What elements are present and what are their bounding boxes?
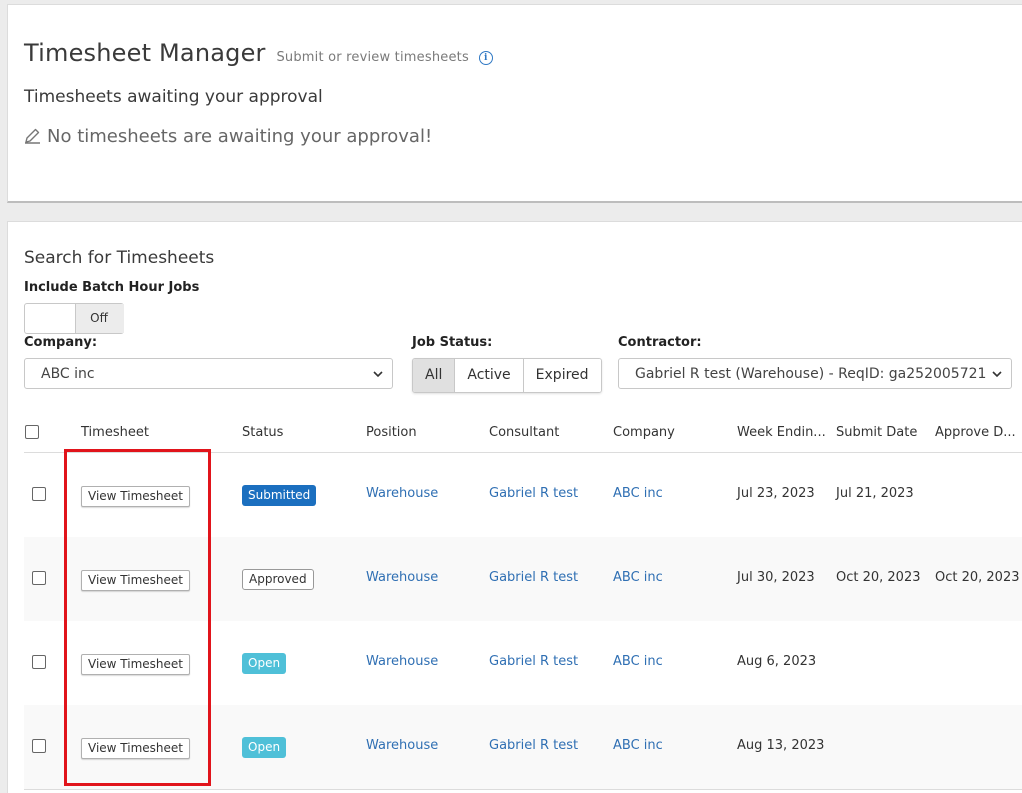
- column-header-timesheet[interactable]: Timesheet: [81, 425, 149, 440]
- chevron-down-icon: [992, 371, 1002, 378]
- consultant-link[interactable]: Gabriel R test: [489, 486, 578, 501]
- company-link[interactable]: ABC inc: [613, 738, 663, 753]
- empty-message-text: No timesheets are awaiting your approval…: [47, 126, 433, 147]
- row-checkbox[interactable]: [32, 571, 46, 585]
- submit-date-cell: Jul 21, 2023: [836, 486, 914, 501]
- approval-heading: Timesheets awaiting your approval: [24, 87, 323, 107]
- column-header-week-ending[interactable]: Week Endin...: [737, 425, 826, 440]
- approval-card: Timesheet Manager Submit or review times…: [7, 4, 1022, 203]
- week-ending-cell: Aug 13, 2023: [737, 738, 825, 753]
- batch-hour-toggle[interactable]: Off: [24, 303, 124, 334]
- column-header-position[interactable]: Position: [366, 425, 417, 440]
- consultant-link[interactable]: Gabriel R test: [489, 738, 578, 753]
- select-all-checkbox[interactable]: [25, 425, 39, 439]
- page-subtitle: Submit or review timesheets: [276, 50, 469, 65]
- job-status-group: All Active Expired: [412, 358, 602, 393]
- week-ending-cell: Aug 6, 2023: [737, 654, 817, 669]
- page-title-text: Timesheet Manager: [24, 39, 266, 67]
- empty-approval-message: No timesheets are awaiting your approval…: [24, 126, 432, 147]
- job-status-label: Job Status:: [412, 335, 493, 350]
- batch-hour-label: Include Batch Hour Jobs: [24, 280, 200, 295]
- status-badge: Open: [242, 737, 287, 758]
- table-header: Timesheet Status Position Consultant Com…: [24, 418, 1022, 453]
- contractor-label: Contractor:: [618, 335, 702, 350]
- position-link[interactable]: Warehouse: [366, 486, 438, 501]
- status-badge: Approved: [242, 569, 314, 590]
- contractor-select[interactable]: Gabriel R test (Warehouse) - ReqID: ga25…: [618, 358, 1012, 389]
- pencil-icon: [25, 128, 40, 144]
- status-badge: Open: [242, 653, 287, 674]
- job-status-expired-button[interactable]: Expired: [523, 359, 601, 392]
- column-header-status[interactable]: Status: [242, 425, 283, 440]
- company-link[interactable]: ABC inc: [613, 570, 663, 585]
- column-header-company[interactable]: Company: [613, 425, 675, 440]
- row-checkbox[interactable]: [32, 739, 46, 753]
- week-ending-cell: Jul 30, 2023: [737, 570, 815, 585]
- position-link[interactable]: Warehouse: [366, 570, 438, 585]
- chevron-down-icon: [373, 371, 383, 378]
- page-title: Timesheet Manager Submit or review times…: [24, 39, 493, 67]
- position-link[interactable]: Warehouse: [366, 654, 438, 669]
- company-label: Company:: [24, 335, 98, 350]
- approve-date-cell: Oct 20, 2023: [935, 570, 1020, 585]
- job-status-active-button[interactable]: Active: [455, 359, 524, 392]
- company-link[interactable]: ABC inc: [613, 654, 663, 669]
- consultant-link[interactable]: Gabriel R test: [489, 570, 578, 585]
- column-header-approve-date[interactable]: Approve D...: [935, 425, 1016, 440]
- submit-date-cell: Oct 20, 2023: [836, 570, 921, 585]
- row-checkbox[interactable]: [32, 487, 46, 501]
- info-icon[interactable]: i: [478, 51, 493, 65]
- company-link[interactable]: ABC inc: [613, 486, 663, 501]
- toggle-state-label: Off: [90, 311, 108, 325]
- job-status-all-button[interactable]: All: [413, 359, 456, 392]
- column-header-consultant[interactable]: Consultant: [489, 425, 559, 440]
- status-badge: Submitted: [242, 485, 317, 506]
- search-title: Search for Timesheets: [24, 248, 215, 268]
- contractor-select-value: Gabriel R test (Warehouse) - ReqID: ga25…: [635, 366, 987, 382]
- row-checkbox[interactable]: [32, 655, 46, 669]
- column-header-submit-date[interactable]: Submit Date: [836, 425, 917, 440]
- consultant-link[interactable]: Gabriel R test: [489, 654, 578, 669]
- position-link[interactable]: Warehouse: [366, 738, 438, 753]
- company-select-value: ABC inc: [41, 366, 95, 382]
- week-ending-cell: Jul 23, 2023: [737, 486, 815, 501]
- highlight-annotation-box: [64, 449, 211, 786]
- company-select[interactable]: ABC inc: [24, 358, 393, 389]
